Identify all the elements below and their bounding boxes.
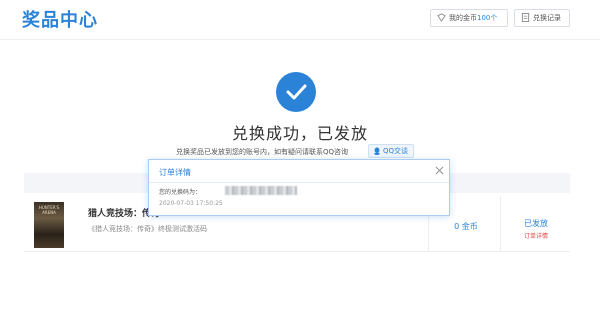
game-cover-image[interactable]: HUNTER'S ARENA <box>34 202 64 248</box>
qq-chat-button[interactable]: QQ交谈 <box>368 144 414 158</box>
column-divider <box>500 196 501 252</box>
success-title: 兑换成功，已发放 <box>231 124 368 143</box>
popup-title: 订单详情 <box>159 168 191 177</box>
coins-label: 我的金币 <box>449 14 477 22</box>
order-detail-link[interactable]: 订单详情 <box>502 231 570 240</box>
brand-title: 奖品中心 <box>22 10 98 31</box>
document-icon <box>521 13 530 22</box>
success-notice: 兑换奖品已发放到您的账号内，如有疑问请联系QQ咨询 <box>176 148 349 156</box>
popup-divider <box>149 182 449 183</box>
redeem-code-blurred[interactable] <box>225 186 297 195</box>
exchange-records-button[interactable]: 兑换记录 <box>514 9 570 27</box>
success-check-icon <box>276 72 316 112</box>
records-label: 兑换记录 <box>533 14 561 22</box>
redeem-code-label: 您的兑换码为： <box>159 189 202 196</box>
my-coins-button[interactable]: 我的金币100个 <box>430 9 508 27</box>
order-time: 2020-07-03 17:50:25 <box>159 200 223 207</box>
coins-value: 100个 <box>477 14 498 22</box>
close-icon[interactable] <box>435 166 444 175</box>
order-price: 0 金币 <box>454 222 478 231</box>
order-status: 已发放 <box>524 219 548 228</box>
coin-icon <box>437 13 446 22</box>
order-detail-popup: 订单详情 您的兑换码为： 2020-07-03 17:50:25 <box>148 159 450 216</box>
product-description: 《猎人竞技场：传奇》终极测试激活码 <box>88 225 207 233</box>
top-header: 奖品中心 我的金币100个 兑换记录 <box>0 0 600 40</box>
cover-title: HUNTER'S ARENA <box>38 205 60 215</box>
qq-penguin-icon <box>374 147 380 155</box>
qq-chat-label: QQ交谈 <box>383 147 409 155</box>
